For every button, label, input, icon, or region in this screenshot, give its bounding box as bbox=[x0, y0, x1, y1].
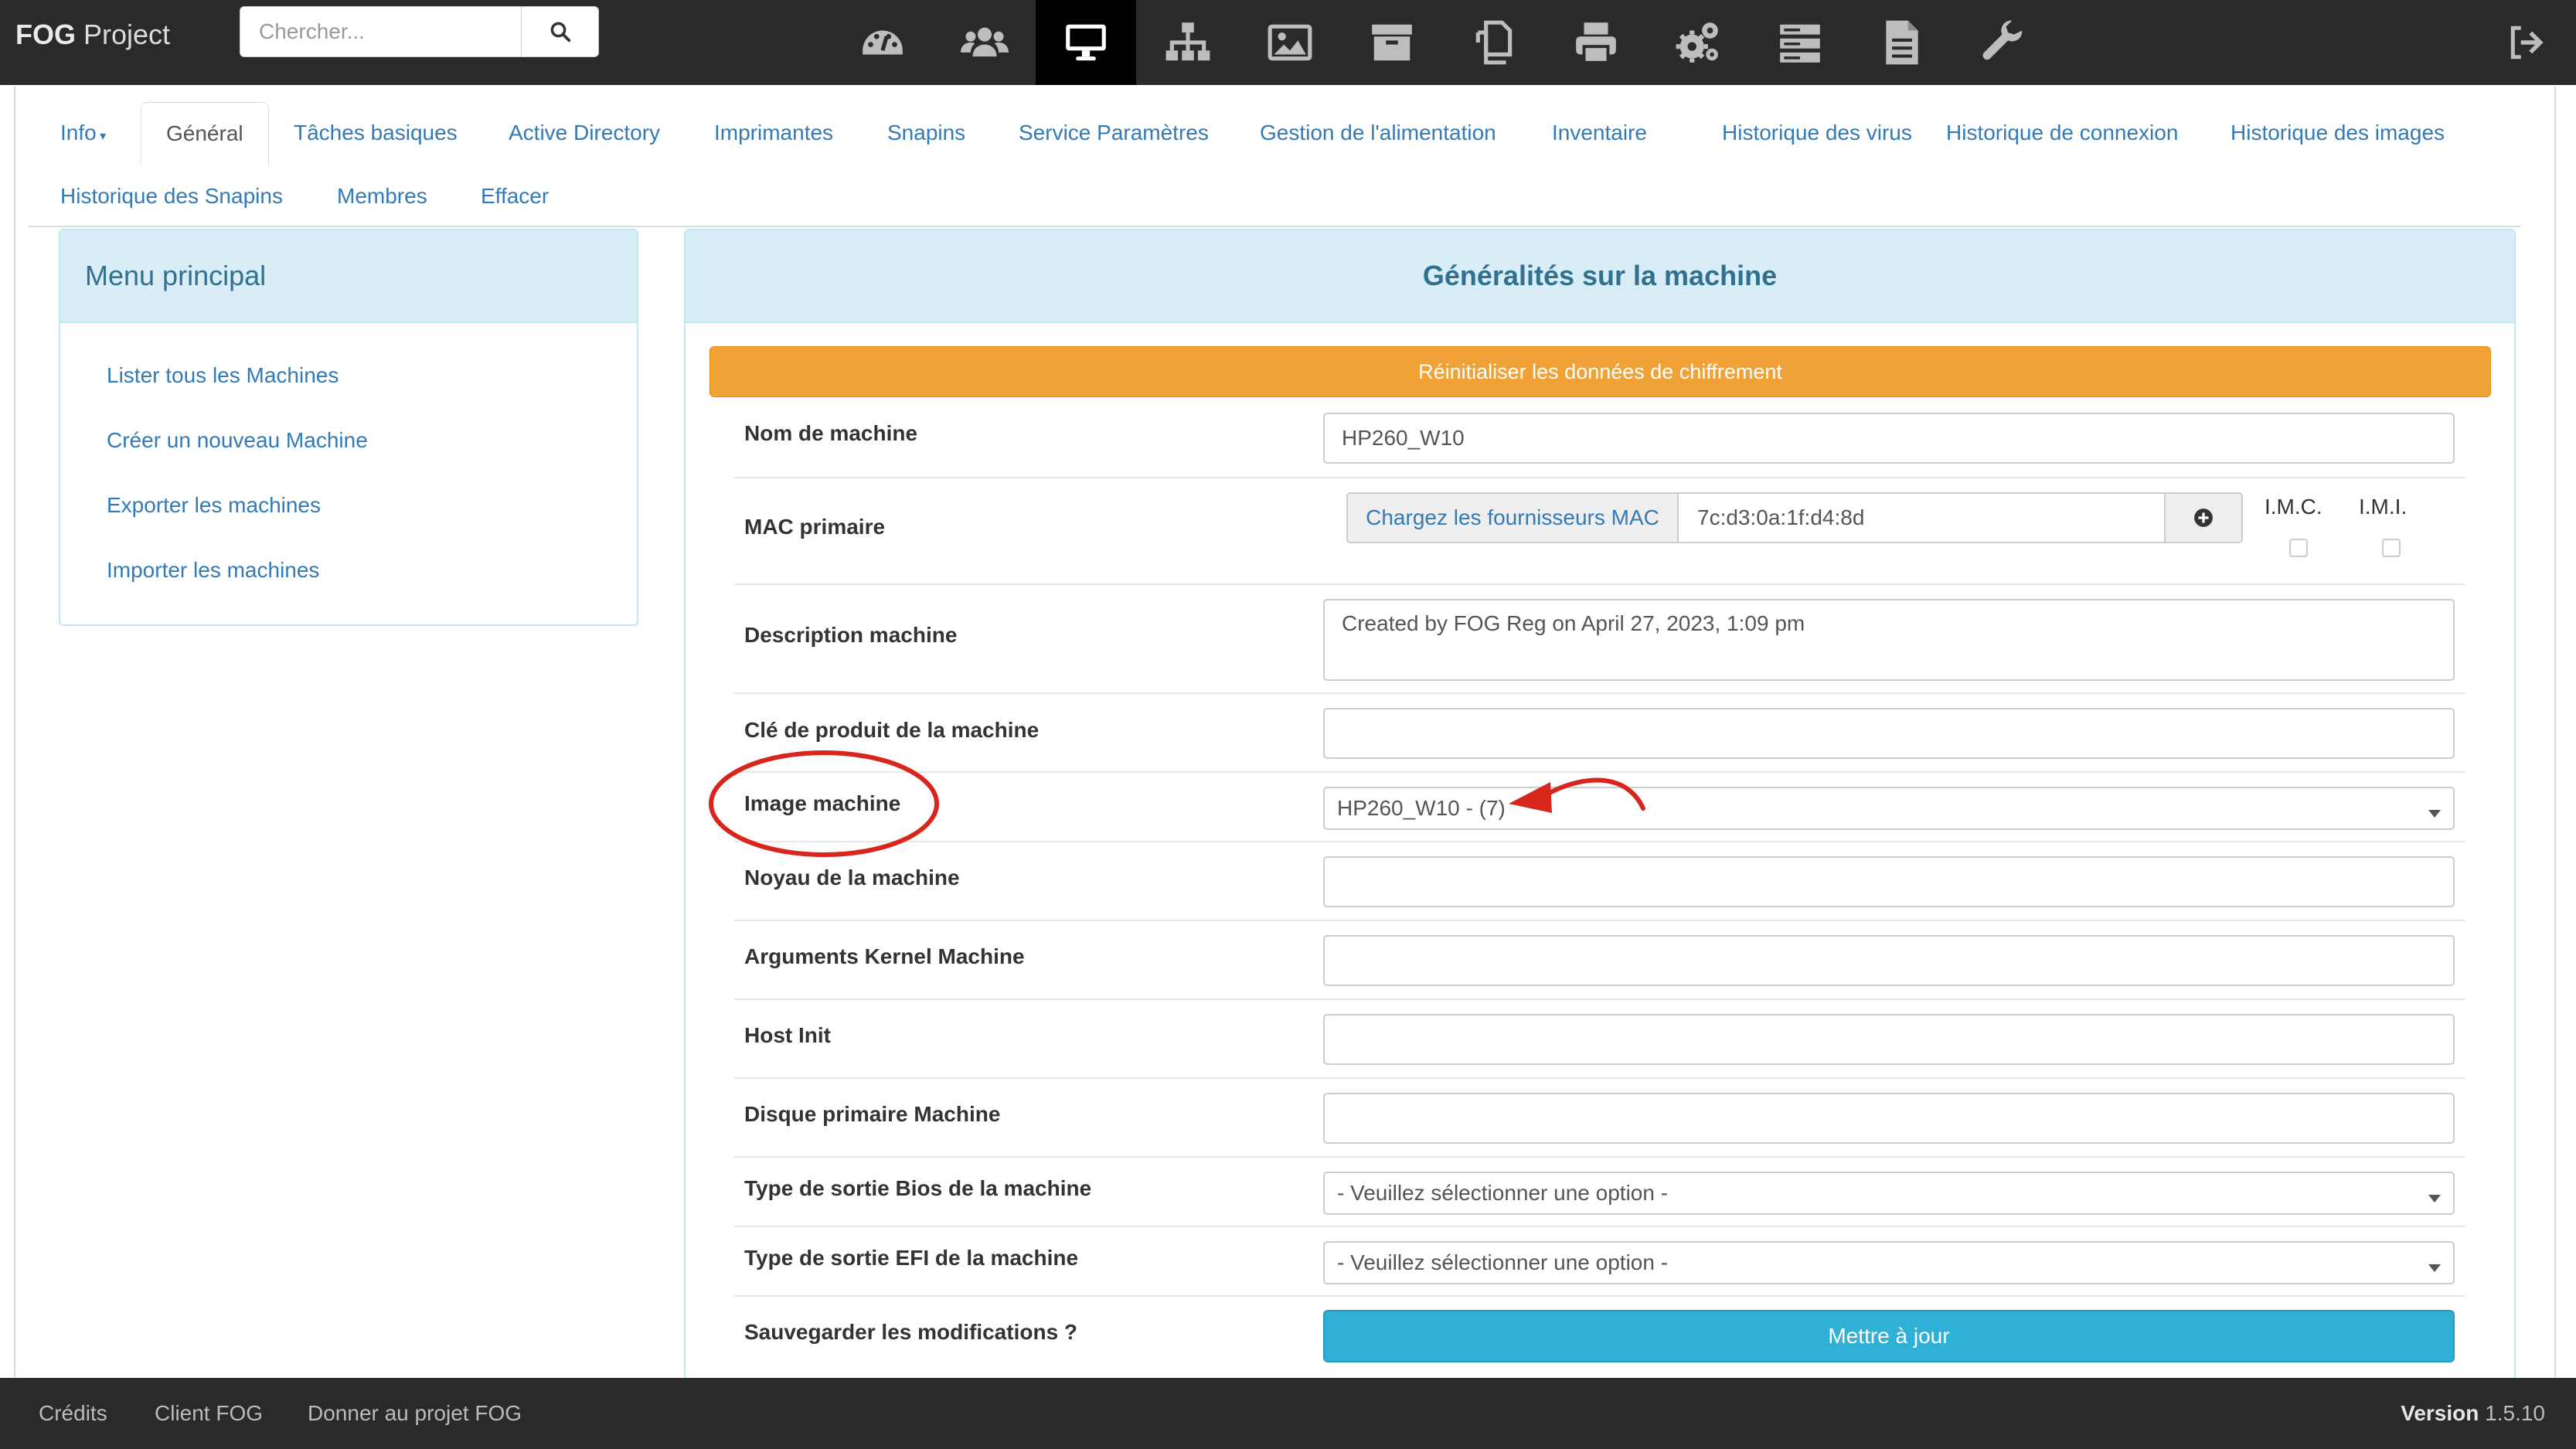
footer-version: Version 1.5.10 bbox=[2401, 1401, 2545, 1425]
annotation-circle bbox=[709, 750, 939, 857]
footer-donate-link[interactable]: Donner au projet FOG bbox=[308, 1401, 522, 1426]
annotation-arrowhead bbox=[1509, 782, 1552, 813]
annotation-arrow bbox=[1542, 777, 1645, 811]
footer-credits-link[interactable]: Crédits bbox=[39, 1401, 107, 1426]
annotation-overlay bbox=[709, 750, 1645, 857]
footer-client-link[interactable]: Client FOG bbox=[155, 1401, 263, 1426]
footer-bar: Crédits Client FOG Donner au projet FOG … bbox=[0, 1378, 2576, 1449]
